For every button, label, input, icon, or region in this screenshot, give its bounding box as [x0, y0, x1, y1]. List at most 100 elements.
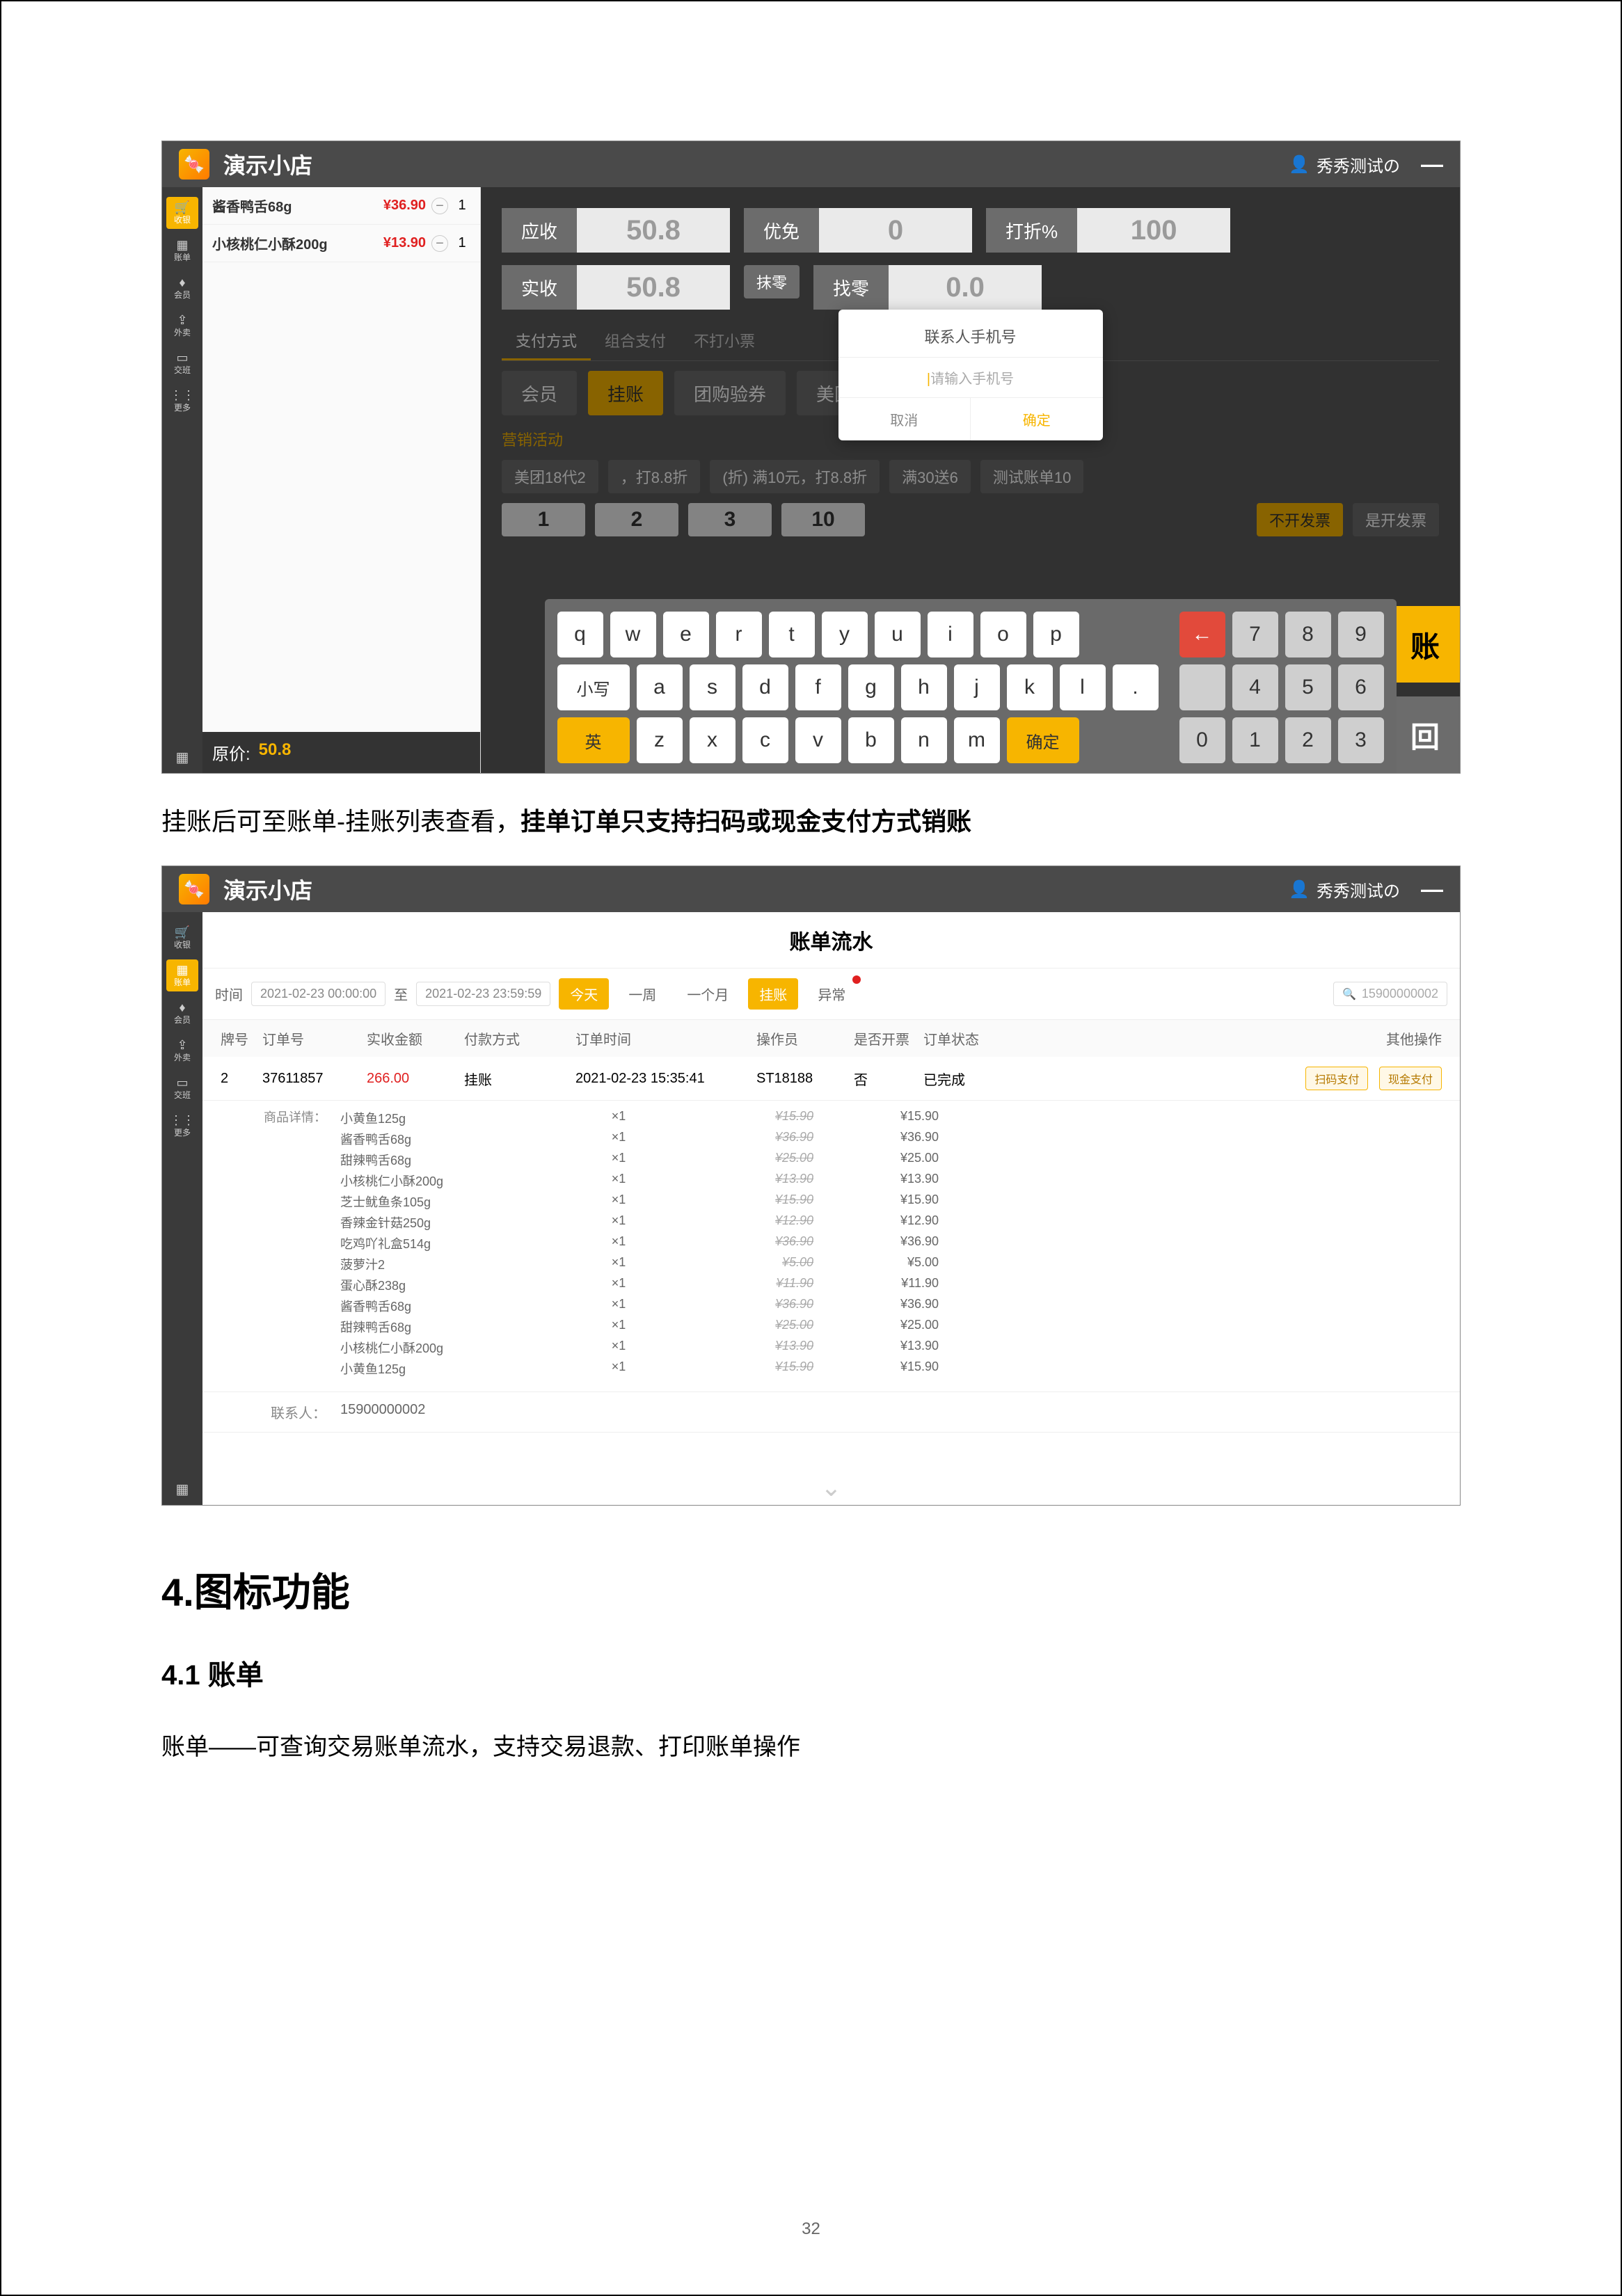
sidebar-item-bill[interactable]: ▦账单	[166, 234, 198, 266]
key-6[interactable]: 6	[1338, 664, 1384, 710]
sidebar-item-cashier[interactable]: 🛒收银	[166, 922, 198, 954]
search-input[interactable]: 15900000002	[1333, 982, 1447, 1006]
key-3[interactable]: 3	[1338, 717, 1384, 763]
key-5[interactable]: 5	[1285, 664, 1331, 710]
sidebar: 🛒收银 ▦账单 ♦会员 ⇪外卖 ▭交班 ⋮⋮更多 ▦	[162, 912, 202, 1505]
round-button[interactable]: 抹零	[744, 265, 800, 298]
sidebar-item-shift[interactable]: ▭交班	[166, 1072, 198, 1104]
key-s[interactable]: s	[690, 664, 736, 710]
key-←[interactable]: ←	[1179, 612, 1225, 657]
key-2[interactable]: 2	[1285, 717, 1331, 763]
key-1[interactable]: 1	[1232, 717, 1278, 763]
key-4[interactable]: 4	[1232, 664, 1278, 710]
list-item: 酱香鸭舌68g×1¥36.90¥36.90	[340, 1296, 1447, 1316]
list-item: 香辣金针菇250g×1¥12.90¥12.90	[340, 1212, 1447, 1233]
key-l[interactable]: l	[1060, 664, 1106, 710]
key-d[interactable]: d	[742, 664, 788, 710]
section-heading-4-1: 4.1 账单	[161, 1652, 1461, 1693]
sidebar-item-member[interactable]: ♦会员	[166, 997, 198, 1029]
paragraph-text: 账单——可查询交易账单流水，支持交易退款、打印账单操作	[161, 1728, 1461, 1768]
key-enter[interactable]: 确定	[1007, 717, 1079, 763]
key-q[interactable]: q	[557, 612, 603, 657]
cart-item[interactable]: 小核桃仁小酥200g ¥13.90 − 1	[202, 225, 480, 262]
key-x[interactable]: x	[690, 717, 736, 763]
key-z[interactable]: z	[637, 717, 683, 763]
filter-today-button[interactable]: 今天	[559, 978, 609, 1010]
key-p[interactable]: p	[1033, 612, 1079, 657]
sidebar-item-bill[interactable]: ▦账单	[166, 959, 198, 991]
modal-cancel-button[interactable]: 取消	[838, 398, 971, 440]
sidebar-item-shift[interactable]: ▭交班	[166, 347, 198, 379]
scan-pay-button[interactable]: 扫码支付	[1305, 1067, 1368, 1090]
caption-text: 挂账后可至账单-挂账列表查看，挂单订单只支持扫码或现金支付方式销账	[161, 802, 1461, 838]
key-7[interactable]: 7	[1232, 612, 1278, 657]
sidebar-item-takeout[interactable]: ⇪外卖	[166, 310, 198, 342]
sidebar-apps-icon[interactable]: ▦	[176, 1481, 189, 1498]
filter-exception-button[interactable]: 异常	[806, 978, 857, 1010]
label-time: 时间	[215, 984, 243, 1004]
key-9[interactable]: 9	[1338, 612, 1384, 657]
key-u[interactable]: u	[875, 612, 921, 657]
key-8[interactable]: 8	[1285, 612, 1331, 657]
key-case[interactable]: 小写	[557, 664, 630, 710]
filter-week-button[interactable]: 一周	[617, 978, 667, 1010]
key-m[interactable]: m	[954, 717, 1000, 763]
date-from-input[interactable]: 2021-02-23 00:00:00	[251, 982, 385, 1006]
sidebar-item-more[interactable]: ⋮⋮更多	[166, 385, 198, 417]
key-v[interactable]: v	[795, 717, 841, 763]
page-number: 32	[1, 2219, 1621, 2239]
list-item: 吃鸡吖礼盒514g×1¥36.90¥36.90	[340, 1233, 1447, 1254]
list-item: 小黄鱼125g×1¥15.90¥15.90	[340, 1358, 1447, 1379]
key-o[interactable]: o	[980, 612, 1026, 657]
cart-item[interactable]: 酱香鸭舌68g ¥36.90 − 1	[202, 187, 480, 225]
cart-item-qty: 1	[454, 235, 470, 251]
key-b[interactable]: b	[848, 717, 894, 763]
modal-confirm-button[interactable]: 确定	[971, 398, 1103, 440]
table-row[interactable]: 2 37611857 266.00 挂账 2021-02-23 15:35:41…	[202, 1057, 1460, 1101]
key-j[interactable]: j	[954, 664, 1000, 710]
phone-modal: 联系人手机号 |请输入手机号 取消 确定	[838, 310, 1103, 440]
sidebar-item-more[interactable]: ⋮⋮更多	[166, 1110, 198, 1142]
minus-icon[interactable]: −	[431, 235, 448, 252]
key-i[interactable]: i	[928, 612, 973, 657]
key-a[interactable]: a	[637, 664, 683, 710]
key-t[interactable]: t	[769, 612, 815, 657]
key-k[interactable]: k	[1007, 664, 1053, 710]
user-label[interactable]: 秀秀测试の	[1289, 152, 1400, 177]
key-r[interactable]: r	[716, 612, 762, 657]
key-c[interactable]: c	[742, 717, 788, 763]
filter-credit-button[interactable]: 挂账	[748, 978, 798, 1010]
label-to: 至	[394, 984, 408, 1004]
key-w[interactable]: w	[610, 612, 656, 657]
key-y[interactable]: y	[822, 612, 868, 657]
key-n[interactable]: n	[901, 717, 947, 763]
key-f[interactable]: f	[795, 664, 841, 710]
key-h[interactable]: h	[901, 664, 947, 710]
app-logo-icon: 🍬	[179, 149, 209, 180]
sidebar-item-cashier[interactable]: 🛒收银	[166, 197, 198, 229]
sidebar-item-member[interactable]: ♦会员	[166, 272, 198, 304]
key-0[interactable]: 0	[1179, 717, 1225, 763]
list-item: 甜辣鸭舌68g×1¥25.00¥25.00	[340, 1316, 1447, 1337]
user-label[interactable]: 秀秀测试の	[1289, 877, 1400, 902]
minus-icon[interactable]: −	[431, 198, 448, 214]
value-change: 0.0	[889, 265, 1042, 310]
cart-item-price: ¥13.90	[383, 235, 426, 251]
key-lang[interactable]: 英	[557, 717, 630, 763]
expand-chevron-icon[interactable]: ⌄	[202, 1470, 1460, 1505]
cash-pay-button[interactable]: 现金支付	[1379, 1067, 1442, 1090]
modal-title: 联系人手机号	[838, 310, 1103, 357]
phone-input[interactable]: |请输入手机号	[838, 357, 1103, 398]
cart-item-name: 酱香鸭舌68g	[212, 196, 383, 216]
minimize-button[interactable]: —	[1421, 152, 1443, 177]
sidebar-item-takeout[interactable]: ⇪外卖	[166, 1035, 198, 1067]
key-.[interactable]: .	[1113, 664, 1159, 710]
row-detail: 商品详情： 小黄鱼125g×1¥15.90¥15.90酱香鸭舌68g×1¥36.…	[202, 1101, 1460, 1392]
key-g[interactable]: g	[848, 664, 894, 710]
sidebar-apps-icon[interactable]: ▦	[176, 749, 189, 766]
date-to-input[interactable]: 2021-02-23 23:59:59	[416, 982, 550, 1006]
filter-month-button[interactable]: 一个月	[676, 978, 740, 1010]
minimize-button[interactable]: —	[1421, 877, 1443, 902]
label-percent: 打折%	[986, 208, 1077, 253]
key-e[interactable]: e	[663, 612, 709, 657]
